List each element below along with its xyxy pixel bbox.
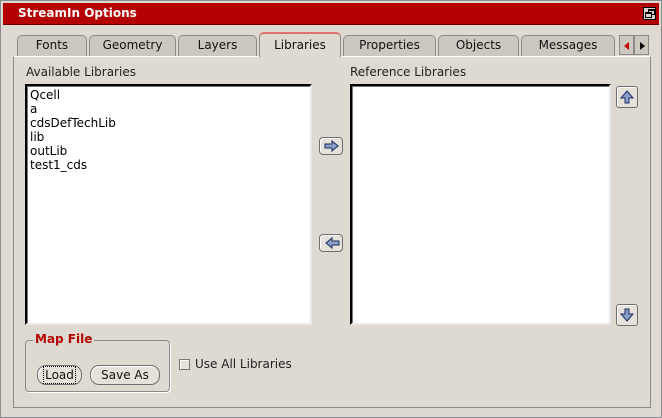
save-as-button[interactable]: Save As bbox=[90, 365, 160, 385]
tab-label: Geometry bbox=[102, 38, 163, 52]
arrow-down-icon bbox=[619, 308, 635, 322]
tab-libraries[interactable]: Libraries bbox=[259, 32, 341, 57]
move-down-button[interactable] bbox=[616, 304, 638, 326]
scroll-left-icon[interactable] bbox=[619, 35, 634, 55]
arrow-left-icon bbox=[325, 237, 340, 249]
streamin-options-window: StreamIn Options Fonts Geometry Layers L… bbox=[0, 0, 662, 418]
title-bar[interactable]: StreamIn Options bbox=[3, 3, 659, 25]
scroll-right-icon[interactable] bbox=[634, 35, 649, 55]
list-item[interactable]: a bbox=[30, 102, 310, 116]
available-libraries-list[interactable]: Qcell a cdsDefTechLib lib outLib test1_c… bbox=[25, 84, 312, 325]
tab-label: Libraries bbox=[274, 38, 326, 52]
load-button-label: Load bbox=[43, 366, 76, 384]
tab-messages[interactable]: Messages bbox=[521, 35, 615, 56]
list-item[interactable]: test1_cds bbox=[30, 158, 310, 172]
tab-label: Properties bbox=[359, 38, 420, 52]
tab-layers[interactable]: Layers bbox=[178, 35, 257, 56]
arrow-right-icon bbox=[324, 140, 339, 152]
tab-strip: Fonts Geometry Layers Libraries Properti… bbox=[1, 31, 662, 57]
tab-scroll-arrows bbox=[619, 35, 649, 55]
reference-libraries-label: Reference Libraries bbox=[350, 65, 467, 79]
map-file-legend: Map File bbox=[33, 332, 95, 346]
list-item[interactable]: cdsDefTechLib bbox=[30, 116, 310, 130]
available-libraries-label: Available Libraries bbox=[26, 65, 136, 79]
list-item[interactable]: lib bbox=[30, 130, 310, 144]
list-item[interactable]: outLib bbox=[30, 144, 310, 158]
move-up-button[interactable] bbox=[616, 86, 638, 108]
use-all-libraries-label[interactable]: Use All Libraries bbox=[195, 357, 292, 371]
tab-properties[interactable]: Properties bbox=[343, 35, 436, 56]
list-item[interactable]: Qcell bbox=[30, 88, 310, 102]
use-all-libraries-checkbox[interactable] bbox=[179, 359, 190, 370]
map-file-group: Map File Load Save As bbox=[25, 332, 170, 392]
load-button[interactable]: Load bbox=[37, 365, 82, 385]
save-as-button-label: Save As bbox=[101, 368, 149, 382]
remove-library-button[interactable] bbox=[319, 234, 343, 252]
tab-label: Objects bbox=[455, 38, 502, 52]
tab-label: Messages bbox=[538, 38, 598, 52]
tab-fonts[interactable]: Fonts bbox=[17, 35, 87, 56]
add-library-button[interactable] bbox=[319, 137, 343, 155]
window-title: StreamIn Options bbox=[18, 6, 137, 20]
tab-label: Fonts bbox=[35, 38, 69, 52]
arrow-up-icon bbox=[619, 90, 635, 104]
restore-icon[interactable] bbox=[643, 7, 656, 20]
tab-label: Layers bbox=[197, 38, 238, 52]
tab-geometry[interactable]: Geometry bbox=[89, 35, 176, 56]
tab-objects[interactable]: Objects bbox=[438, 35, 519, 56]
reference-libraries-list[interactable] bbox=[350, 84, 611, 325]
